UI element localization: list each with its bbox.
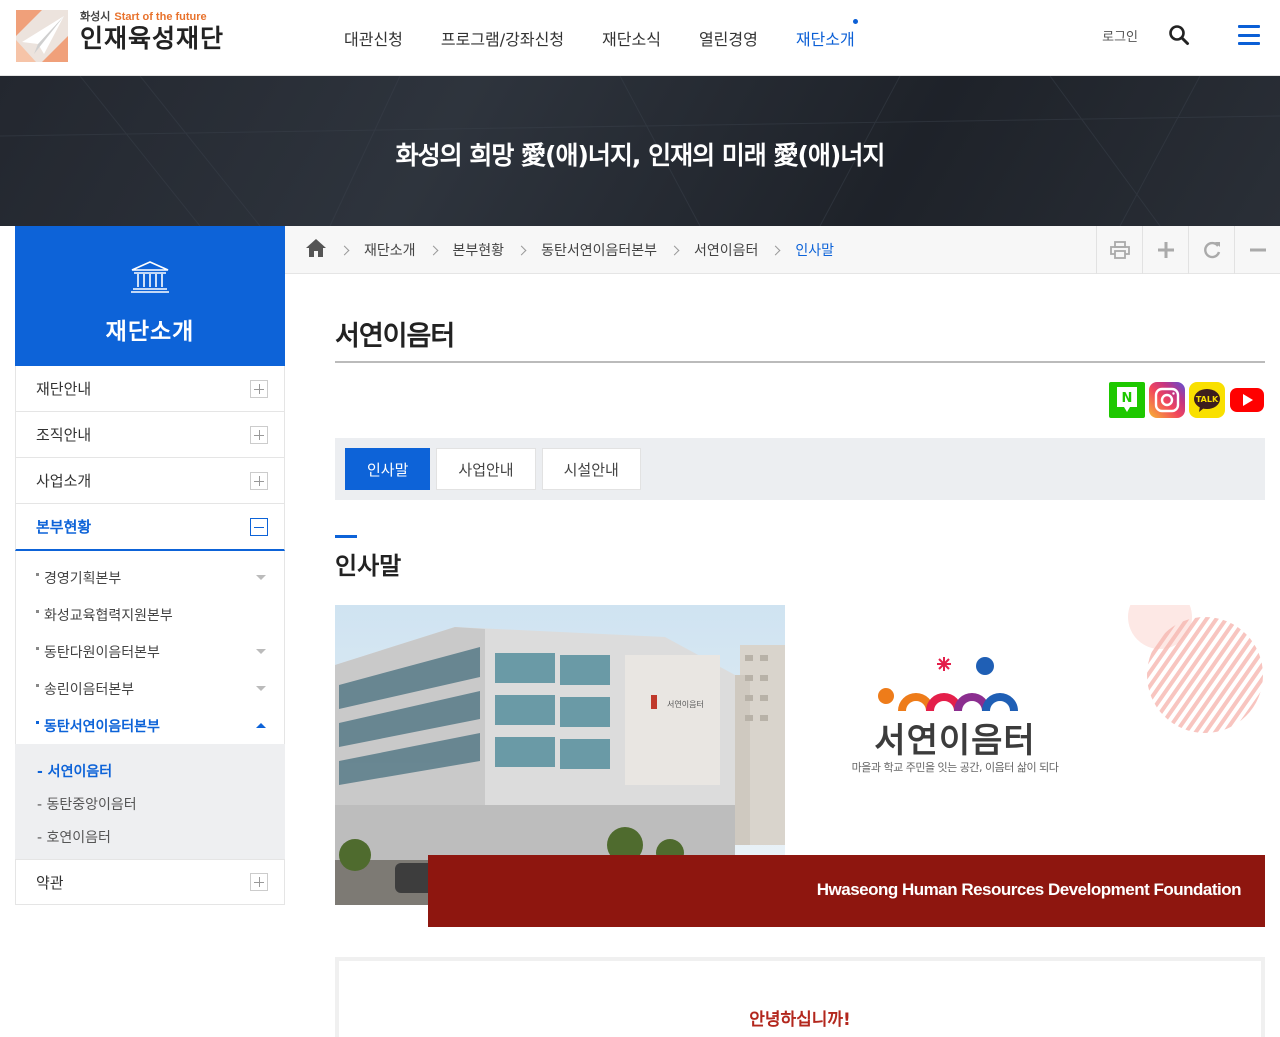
hamburger-menu-icon[interactable] bbox=[1238, 25, 1260, 45]
chevron-up-icon[interactable] bbox=[256, 723, 266, 728]
subnav-item-education[interactable]: 화성교육협력지원본부 bbox=[16, 596, 284, 633]
subnav3-item-seoyeon[interactable]: - 서연이음터 bbox=[37, 754, 285, 787]
seoyeon-logo: 서연이음터 마을과 학교 주민을 잇는 공간, 이음터 삶이 되다 bbox=[840, 655, 1070, 785]
page-title: 서연이음터 bbox=[335, 321, 455, 352]
greeting-box: 안녕하십니까! bbox=[335, 957, 1265, 1037]
chevron-down-icon[interactable] bbox=[256, 649, 266, 654]
hero-banner: 화성의 희망 愛(애)너지, 인재의 미래 愛(애)너지 bbox=[0, 76, 1280, 226]
side-subnav: 경영기획본부 화성교육협력지원본부 동탄다원이음터본부 송린이음터본부 동탄서연… bbox=[15, 551, 285, 744]
minus-icon[interactable] bbox=[250, 517, 268, 536]
login-link[interactable]: 로그인 bbox=[1102, 26, 1138, 45]
breadcrumb: 재단소개 본부현황 동탄서연이음터본부 서연이음터 인사말 bbox=[305, 226, 834, 274]
side-nav-title: 재단소개 bbox=[105, 319, 195, 345]
youtube-icon[interactable] bbox=[1229, 382, 1265, 418]
content-tabs: 인사말 사업안내 시설안내 bbox=[335, 438, 1265, 500]
search-icon[interactable] bbox=[1168, 24, 1190, 46]
side-nav-header: 재단소개 bbox=[15, 226, 285, 366]
subnav3-item-hoyeon[interactable]: - 호연이음터 bbox=[37, 820, 285, 853]
side-nav-item-terms[interactable]: 약관 bbox=[15, 859, 285, 905]
title-divider bbox=[335, 361, 1265, 363]
breadcrumb-current: 인사말 bbox=[795, 243, 835, 259]
home-icon[interactable] bbox=[305, 238, 327, 262]
svg-text:N: N bbox=[1122, 391, 1133, 406]
banner-slogan: 화성의 희망 愛(애)너지, 인재의 미래 愛(애)너지 bbox=[395, 141, 886, 170]
zoom-out-icon[interactable] bbox=[1234, 226, 1280, 274]
sns-links: N TALK bbox=[1105, 382, 1265, 418]
print-icon[interactable] bbox=[1096, 226, 1142, 274]
intro-visual: 서연이음터 Hwaseong Human Resources Developme… bbox=[335, 605, 1265, 927]
section-title: 인사말 bbox=[335, 552, 402, 580]
side-nav-item-headquarters[interactable]: 본부현황 bbox=[15, 504, 285, 551]
subnav-item-songrin[interactable]: 송린이음터본부 bbox=[16, 670, 284, 707]
page-tools bbox=[1096, 226, 1280, 274]
visual-caption-bar: Hwaseong Human Resources Development Fou… bbox=[428, 855, 1265, 927]
chevron-down-icon[interactable] bbox=[256, 575, 266, 580]
side-nav: 재단소개 재단안내 조직안내 사업소개 본부현황 경영기획본부 화성교육협력지원… bbox=[15, 226, 285, 905]
plus-icon[interactable] bbox=[250, 379, 268, 398]
logo-city: 화성시 Start of the future bbox=[80, 10, 207, 23]
naver-blog-icon[interactable]: N bbox=[1109, 382, 1145, 418]
reset-icon[interactable] bbox=[1188, 226, 1234, 274]
side-nav-label: 사업소개 bbox=[36, 472, 92, 490]
instagram-icon[interactable] bbox=[1149, 382, 1185, 418]
breadcrumb-item[interactable]: 본부현황 bbox=[453, 240, 505, 260]
nav-item-news[interactable]: 재단소식 bbox=[602, 26, 661, 50]
nav-item-rental[interactable]: 대관신청 bbox=[344, 26, 403, 50]
breadcrumb-item[interactable]: 동탄서연이음터본부 bbox=[541, 240, 657, 260]
plus-icon[interactable] bbox=[250, 873, 268, 891]
section-title-accent bbox=[335, 535, 357, 538]
logo-tagline: Start of the future bbox=[114, 11, 207, 23]
breadcrumb-item[interactable]: 재단소개 bbox=[364, 240, 416, 260]
visual-caption: Hwaseong Human Resources Development Fou… bbox=[816, 880, 1242, 899]
side-nav-label: 조직안내 bbox=[36, 426, 92, 444]
paper-plane-logo-icon bbox=[16, 10, 68, 62]
subnav3-item-dongtan-central[interactable]: - 동탄중앙이음터 bbox=[37, 787, 285, 820]
tab-facility[interactable]: 시설안내 bbox=[541, 448, 641, 490]
breadcrumb-item[interactable]: 서연이음터 bbox=[694, 240, 758, 260]
plus-icon[interactable] bbox=[250, 425, 268, 444]
nav-item-about[interactable]: 재단소개 bbox=[796, 19, 858, 50]
side-subnav-level3: - 서연이음터 - 동탄중앙이음터 - 호연이음터 bbox=[15, 744, 285, 859]
side-nav-label: 재단안내 bbox=[36, 380, 92, 398]
site-logo[interactable]: 화성시 Start of the future 인재육성재단 bbox=[16, 10, 224, 62]
header-utility: 로그인 bbox=[1102, 24, 1260, 46]
side-nav-item-foundation[interactable]: 재단안내 bbox=[15, 366, 285, 412]
side-nav-label: 본부현황 bbox=[36, 518, 92, 536]
svg-text:서연이음터: 서연이음터 bbox=[667, 699, 704, 709]
greeting-heading: 안녕하십니까! bbox=[749, 1010, 851, 1030]
site-header: 화성시 Start of the future 인재육성재단 대관신청 프로그램/… bbox=[0, 0, 1280, 76]
side-nav-item-organization[interactable]: 조직안내 bbox=[15, 412, 285, 458]
subnav-item-seoyeon[interactable]: 동탄서연이음터본부 bbox=[16, 707, 284, 744]
tab-greeting[interactable]: 인사말 bbox=[345, 448, 431, 490]
plus-icon[interactable] bbox=[250, 471, 268, 490]
seoyeon-logo-mark-icon bbox=[878, 657, 1018, 712]
tab-business[interactable]: 사업안내 bbox=[436, 448, 536, 490]
building-icon bbox=[130, 260, 170, 294]
zoom-in-icon[interactable] bbox=[1142, 226, 1188, 274]
nav-item-management[interactable]: 열린경영 bbox=[699, 26, 758, 50]
main-nav: 대관신청 프로그램/강좌신청 재단소식 열린경영 재단소개 bbox=[325, 19, 874, 50]
seoyeon-logo-name: 서연이음터 bbox=[874, 721, 1036, 761]
subnav-item-dawon[interactable]: 동탄다원이음터본부 bbox=[16, 633, 284, 670]
seoyeon-logo-slogan: 마을과 학교 주민을 잇는 공간, 이음터 삶이 되다 bbox=[851, 761, 1059, 774]
logo-name: 인재육성재단 bbox=[80, 24, 225, 53]
svg-text:TALK: TALK bbox=[1196, 395, 1219, 404]
subnav-item-planning[interactable]: 경영기획본부 bbox=[16, 559, 284, 596]
location-bar: 재단소개 본부현황 동탄서연이음터본부 서연이음터 인사말 bbox=[285, 226, 1280, 274]
nav-item-program[interactable]: 프로그램/강좌신청 bbox=[441, 26, 564, 50]
kakaotalk-icon[interactable]: TALK bbox=[1189, 382, 1225, 418]
chevron-down-icon[interactable] bbox=[256, 686, 266, 691]
side-nav-label: 약관 bbox=[36, 873, 64, 892]
side-nav-item-business[interactable]: 사업소개 bbox=[15, 458, 285, 504]
